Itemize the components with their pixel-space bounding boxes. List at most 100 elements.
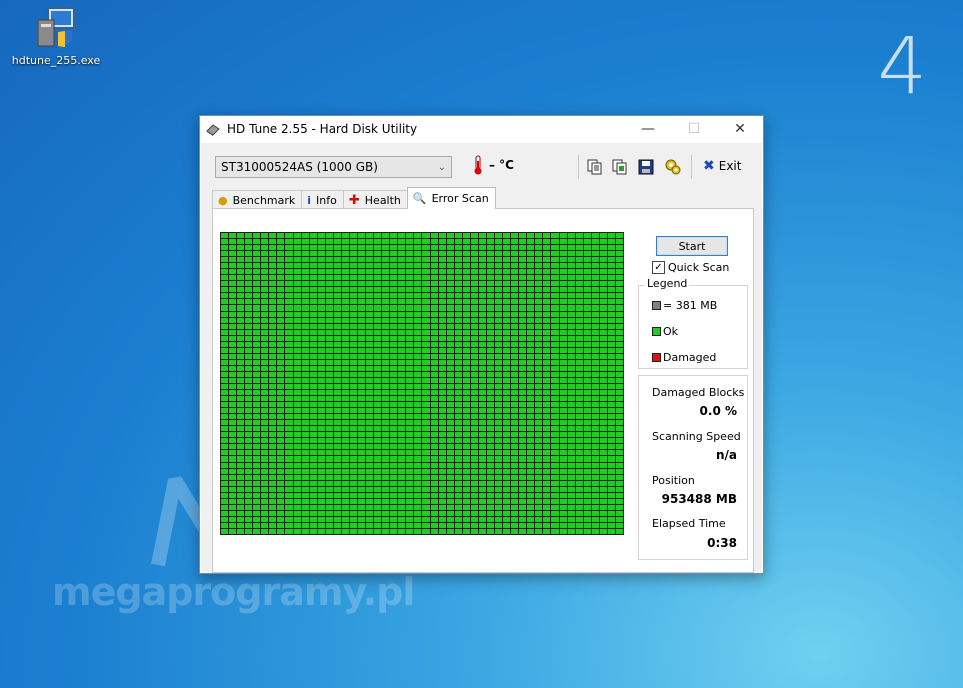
scan-block [317,408,325,414]
scan-block [438,347,446,353]
save-button[interactable] [636,157,656,177]
scan-block [253,450,261,456]
scan-block [261,341,269,347]
scan-block [543,516,551,522]
scan-block [349,305,358,311]
tab-health[interactable]: ✚ Health [342,190,408,209]
maximize-button[interactable]: ☐ [671,116,717,142]
scan-block [253,480,261,486]
exit-button[interactable]: ✖ Exit [703,158,741,174]
copy-screenshot-button[interactable] [610,157,630,177]
scan-block [358,444,366,450]
scan-block [406,293,414,299]
scan-block [575,317,583,323]
scan-block [527,498,535,504]
title-bar[interactable]: HD Tune 2.55 - Hard Disk Utility — ☐ ✕ [200,116,763,142]
scan-block [382,233,390,239]
settings-icon [665,159,681,175]
scan-block [301,456,309,462]
scan-block [277,311,285,317]
scan-block [430,408,438,414]
tab-benchmark[interactable]: ● Benchmark [212,190,303,209]
scan-block [462,402,470,408]
scan-block [366,245,374,251]
scan-block [301,239,309,245]
scan-block [245,365,253,371]
scan-block [301,510,309,516]
scan-block [446,516,454,522]
legend-title: Legend [645,277,690,290]
scan-block [221,281,229,287]
tab-error-scan[interactable]: 🔍 Error Scan [406,187,496,209]
scan-block [567,269,575,275]
scan-block [229,498,237,504]
scan-block [285,341,293,347]
scan-block [470,377,478,383]
scan-block [527,438,535,444]
options-button[interactable] [663,157,683,177]
scan-block [277,239,285,245]
scan-block [551,498,559,504]
drive-select[interactable]: ST31000524AS (1000 GB) ⌄ [215,156,452,178]
quick-scan-option[interactable]: ✓ Quick Scan [652,261,729,274]
scan-block [438,414,446,420]
close-button[interactable]: ✕ [717,116,763,142]
scan-block [317,377,325,383]
scan-block [285,498,293,504]
scan-block [438,420,446,426]
scan-block [446,257,454,263]
scan-block [503,414,511,420]
copy-text-button[interactable] [585,157,605,177]
scan-block [309,462,317,468]
scan-block [293,311,301,317]
scan-block [607,335,615,341]
start-button[interactable]: Start [656,236,728,256]
scan-block [607,329,615,335]
scan-block [511,353,519,359]
scan-block [535,468,543,474]
scan-block [470,317,478,323]
scan-block [519,311,527,317]
scan-block [478,317,486,323]
scan-block [349,281,358,287]
scan-block [575,432,583,438]
scan-block [543,390,551,396]
scan-block [277,293,285,299]
tab-info[interactable]: i Info [301,190,344,209]
scan-block [333,365,341,371]
scan-block [341,305,349,311]
scan-block [253,293,261,299]
scan-block [237,365,245,371]
scan-block [269,341,277,347]
scan-block [551,390,559,396]
scan-block [470,275,478,281]
scan-block [341,486,349,492]
minimize-button[interactable]: — [625,116,671,142]
scan-block [599,359,607,365]
scan-block [438,462,446,468]
scan-block [543,402,551,408]
scan-block [430,311,438,317]
scan-block [237,420,245,426]
scan-block [527,504,535,510]
scan-block [358,420,366,426]
scan-block [543,432,551,438]
scan-block [503,323,511,329]
scan-block [615,498,623,504]
scan-block [390,287,398,293]
scan-block [422,468,430,474]
scan-block [229,311,237,317]
scan-block [398,299,406,305]
scan-block [591,504,599,510]
quick-scan-checkbox[interactable]: ✓ [652,261,665,274]
scan-block [430,323,438,329]
scan-block [503,516,511,522]
desktop-icon-hdtune[interactable]: hdtune_255.exe [10,6,102,67]
scan-block [535,492,543,498]
scan-block [503,257,511,263]
scan-block [462,233,470,239]
scan-block [317,480,325,486]
scan-block [333,311,341,317]
scan-block [511,420,519,426]
scan-block [551,257,559,263]
